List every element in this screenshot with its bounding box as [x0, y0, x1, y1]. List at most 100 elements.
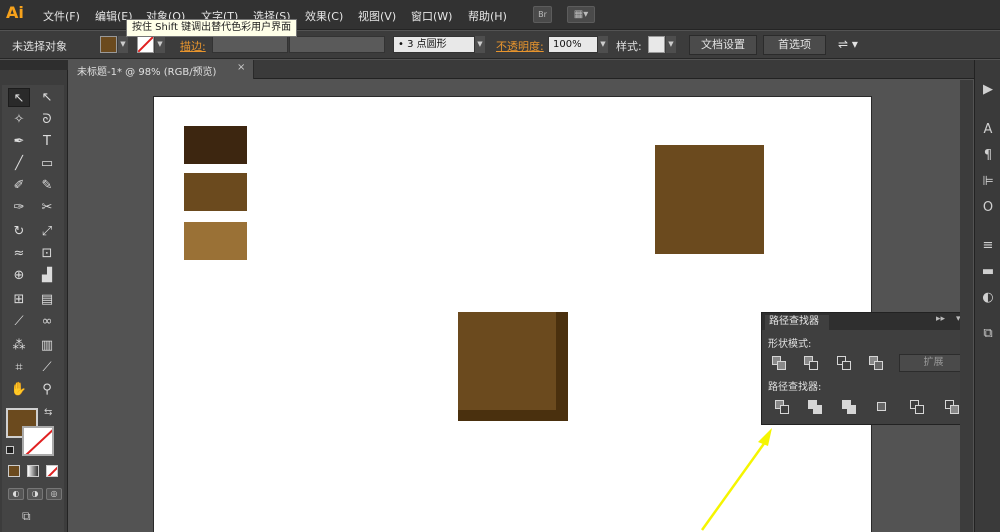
- arrange-documents-button[interactable]: ▦▾: [567, 6, 595, 23]
- brown-square-with-shadow[interactable]: [458, 312, 556, 410]
- stroke-icon[interactable]: ≡: [977, 236, 999, 256]
- pathfinder-panel-header[interactable]: 路径查找器 ▸▸ ▾≡: [762, 313, 971, 330]
- menu-effect[interactable]: 效果(C): [305, 8, 343, 24]
- scale-icon[interactable]: ⤢: [36, 222, 58, 241]
- stroke-weight-field[interactable]: [212, 36, 288, 53]
- stroke-dropdown-icon[interactable]: ▼: [155, 36, 165, 53]
- intersect-icon[interactable]: [837, 356, 855, 372]
- merge-icon[interactable]: [842, 400, 860, 416]
- direct-select-icon[interactable]: ↖: [36, 88, 58, 107]
- variable-width-field[interactable]: [289, 36, 385, 53]
- rotate-icon[interactable]: ↻: [8, 222, 30, 241]
- play-icon[interactable]: ▶: [977, 80, 999, 100]
- vertical-scrollbar[interactable]: [960, 80, 973, 532]
- fill-dropdown-icon[interactable]: ▼: [118, 36, 128, 53]
- magic-wand-icon[interactable]: ✧: [8, 110, 30, 129]
- style-dropdown-icon[interactable]: ▼: [666, 36, 676, 53]
- menu-view[interactable]: 视图(V): [358, 8, 396, 24]
- hand-icon[interactable]: ✋: [8, 380, 30, 399]
- tools-panel-grip[interactable]: [0, 60, 68, 70]
- align-icon[interactable]: ⊫: [977, 172, 999, 192]
- warp-icon[interactable]: ≈: [8, 244, 30, 263]
- rectangle-icon[interactable]: ▭: [36, 154, 58, 173]
- crop-icon[interactable]: [875, 400, 893, 416]
- document-setup-button[interactable]: 文档设置: [689, 35, 757, 55]
- default-colors-icon[interactable]: [6, 446, 14, 454]
- artboard-icon[interactable]: ⌗: [8, 358, 30, 377]
- draw-inside-icon[interactable]: ◎: [46, 488, 62, 500]
- mesh-icon[interactable]: ⊞: [8, 290, 30, 309]
- gradient-icon[interactable]: ▤: [36, 290, 58, 309]
- opacity-dropdown-icon[interactable]: ▼: [598, 36, 608, 53]
- selection-arrow-icon[interactable]: ↖: [8, 88, 30, 107]
- draw-behind-icon[interactable]: ◑: [27, 488, 43, 500]
- collapse-icon[interactable]: ▸▸: [936, 314, 945, 324]
- brush-dropdown-icon[interactable]: ▼: [475, 36, 485, 53]
- pathfinder-tab[interactable]: 路径查找器: [765, 315, 829, 330]
- graph-icon[interactable]: ▟: [36, 266, 58, 285]
- lasso-icon[interactable]: ᘐ: [36, 110, 58, 129]
- bridge-button[interactable]: Br: [533, 6, 552, 23]
- document-tab[interactable]: 未标题-1* @ 98% (RGB/预览) ×: [68, 60, 254, 79]
- blend-icon[interactable]: ∞: [36, 312, 58, 331]
- dark-brown-swatch-rect[interactable]: [184, 126, 247, 164]
- free-transform-icon[interactable]: ⊡: [36, 244, 58, 263]
- character-icon[interactable]: A: [977, 120, 999, 140]
- gradient-mode-icon[interactable]: [27, 465, 39, 477]
- menu-file[interactable]: 文件(F): [43, 8, 80, 24]
- fill-color-swatch[interactable]: [100, 36, 117, 53]
- menu-window[interactable]: 窗口(W): [411, 8, 452, 24]
- screen-mode-icon[interactable]: ⧉: [22, 509, 31, 524]
- style-label: 样式:: [616, 40, 642, 53]
- draw-normal-icon[interactable]: ◐: [8, 488, 24, 500]
- close-icon[interactable]: ×: [237, 62, 245, 73]
- expand-button[interactable]: 扩展: [899, 354, 968, 372]
- exclude-icon[interactable]: [869, 356, 887, 372]
- opacity-label[interactable]: 不透明度:: [496, 38, 544, 54]
- scissors-icon[interactable]: ✂: [36, 198, 58, 217]
- paragraph-icon[interactable]: ¶: [977, 146, 999, 166]
- eyedropper-icon[interactable]: ⟋: [8, 312, 30, 331]
- brush-value: 3 点圆形: [407, 39, 447, 50]
- yellow-arrow-annotation: [700, 428, 772, 531]
- opacity-field[interactable]: 100%: [548, 36, 598, 53]
- stroke-color-swatch[interactable]: [137, 36, 154, 53]
- blob-brush-icon[interactable]: ✑: [8, 198, 30, 217]
- outline-icon[interactable]: [910, 400, 928, 416]
- pathfinder-dock-icon[interactable]: ⧉: [977, 324, 999, 344]
- pencil-icon[interactable]: ✎: [36, 176, 58, 195]
- minus-front-icon[interactable]: [804, 356, 822, 372]
- menu-help[interactable]: 帮助(H): [468, 8, 507, 24]
- brush-definition-field[interactable]: • 3 点圆形: [393, 36, 475, 53]
- none-mode-icon[interactable]: [46, 465, 58, 477]
- divide-icon[interactable]: [775, 400, 793, 416]
- symbol-sprayer-icon[interactable]: ⁂: [8, 336, 30, 355]
- column-graph-icon[interactable]: ▥: [36, 336, 58, 355]
- shape-builder-icon[interactable]: ⊕: [8, 266, 30, 285]
- transparency-icon[interactable]: ◐: [977, 288, 999, 308]
- pen-icon[interactable]: ✒: [8, 132, 30, 151]
- light-brown-swatch-rect[interactable]: [184, 222, 247, 260]
- brush-icon[interactable]: ✐: [8, 176, 30, 195]
- style-swatch[interactable]: [648, 36, 665, 53]
- trim-icon[interactable]: [808, 400, 826, 416]
- opentype-icon[interactable]: O: [977, 198, 999, 218]
- arrange-icon[interactable]: ⇌ ▾: [838, 37, 858, 51]
- unite-icon[interactable]: [772, 356, 790, 372]
- type-icon[interactable]: T: [36, 132, 58, 151]
- slice-icon[interactable]: ⟋: [36, 358, 58, 377]
- stroke-label[interactable]: 描边:: [180, 38, 206, 54]
- app-logo: Ai: [6, 3, 24, 22]
- swap-colors-icon[interactable]: ⇆: [44, 407, 52, 418]
- mid-brown-swatch-rect[interactable]: [184, 173, 247, 211]
- line-icon[interactable]: ╱: [8, 154, 30, 173]
- stroke-swatch[interactable]: [22, 426, 54, 456]
- color-mode-icon[interactable]: [8, 465, 20, 477]
- zoom-icon[interactable]: ⚲: [36, 380, 58, 399]
- brown-square[interactable]: [655, 145, 764, 254]
- pathfinder-panel: 路径查找器 ▸▸ ▾≡ 形状模式: 扩展 路径查找器:: [761, 312, 972, 425]
- gradient-panel-icon[interactable]: ▬: [977, 262, 999, 282]
- shape-modes-label: 形状模式:: [768, 339, 812, 350]
- pathfinders-label: 路径查找器:: [768, 382, 822, 393]
- preferences-button[interactable]: 首选项: [763, 35, 826, 55]
